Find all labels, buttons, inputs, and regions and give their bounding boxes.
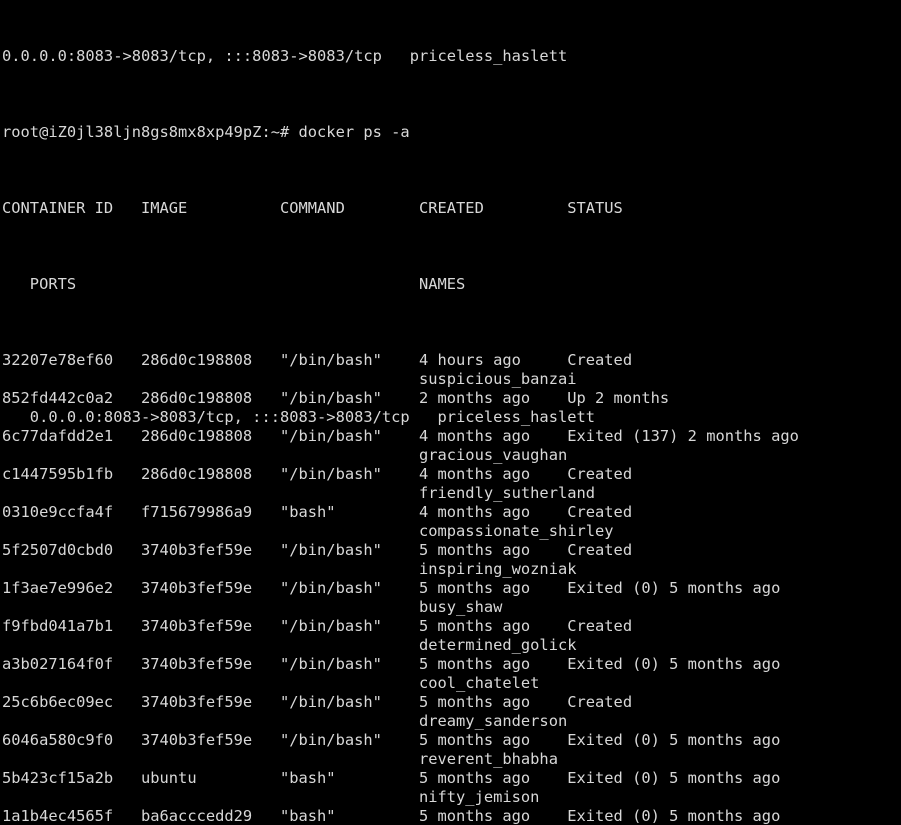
table-row: f9fbd041a7b1 3740b3fef59e "/bin/bash" 5 …	[2, 617, 633, 635]
table-row: 0310e9ccfa4f f715679986a9 "bash" 4 month…	[2, 503, 633, 521]
terminal-screen: 0.0.0.0:8083->8083/tcp, :::8083->8083/tc…	[2, 0, 901, 825]
table-row: 5f2507d0cbd0 3740b3fef59e "/bin/bash" 5 …	[2, 541, 633, 559]
table-row: 6c77dafdd2e1 286d0c198808 "/bin/bash" 4 …	[2, 427, 799, 445]
table-row: 1f3ae7e996e2 3740b3fef59e "/bin/bash" 5 …	[2, 579, 781, 597]
table-row-wrap: inspiring_wozniak	[2, 560, 577, 578]
scrollback-clipped-line: 0.0.0.0:8083->8083/tcp, :::8083->8083/tc…	[2, 47, 568, 65]
table-row: 1a1b4ec4565f ba6acccedd29 "bash" 5 month…	[2, 807, 781, 825]
table-row-wrap: gracious_vaughan	[2, 446, 568, 464]
table-row-wrap: busy_shaw	[2, 598, 503, 616]
table-row-wrap: friendly_sutherland	[2, 484, 596, 502]
table-row: 32207e78ef60 286d0c198808 "/bin/bash" 4 …	[2, 351, 633, 369]
table-row: 852fd442c0a2 286d0c198808 "/bin/bash" 2 …	[2, 389, 670, 407]
table-row: c1447595b1fb 286d0c198808 "/bin/bash" 4 …	[2, 465, 633, 483]
shell-prompt-line[interactable]: root@iZ0jl38ljn8gs8mx8xp49pZ:~# docker p…	[2, 123, 901, 142]
table-row-wrap: suspicious_banzai	[2, 370, 577, 388]
table-row-wrap: compassionate_shirley	[2, 522, 614, 540]
table-header-wrap-row: PORTS NAMES	[2, 275, 466, 293]
table-row: 6046a580c9f0 3740b3fef59e "/bin/bash" 5 …	[2, 731, 781, 749]
table-row-wrap: dreamy_sanderson	[2, 712, 568, 730]
table-row-wrap: cool_chatelet	[2, 674, 540, 692]
table-header-row: CONTAINER ID IMAGE COMMAND CREATED STATU…	[2, 199, 623, 217]
table-row-wrap: determined_golick	[2, 636, 577, 654]
terminal-window[interactable]: 0.0.0.0:8083->8083/tcp, :::8083->8083/tc…	[0, 0, 901, 825]
container-list: 32207e78ef60 286d0c198808 "/bin/bash" 4 …	[2, 351, 901, 825]
table-row-wrap: nifty_jemison	[2, 788, 540, 806]
table-row: 25c6b6ec09ec 3740b3fef59e "/bin/bash" 5 …	[2, 693, 633, 711]
table-row: a3b027164f0f 3740b3fef59e "/bin/bash" 5 …	[2, 655, 781, 673]
table-row: 5b423cf15a2b ubuntu "bash" 5 months ago …	[2, 769, 781, 787]
table-row-wrap: reverent_bhabha	[2, 750, 558, 768]
table-row-wrap: 0.0.0.0:8083->8083/tcp, :::8083->8083/tc…	[2, 408, 596, 426]
